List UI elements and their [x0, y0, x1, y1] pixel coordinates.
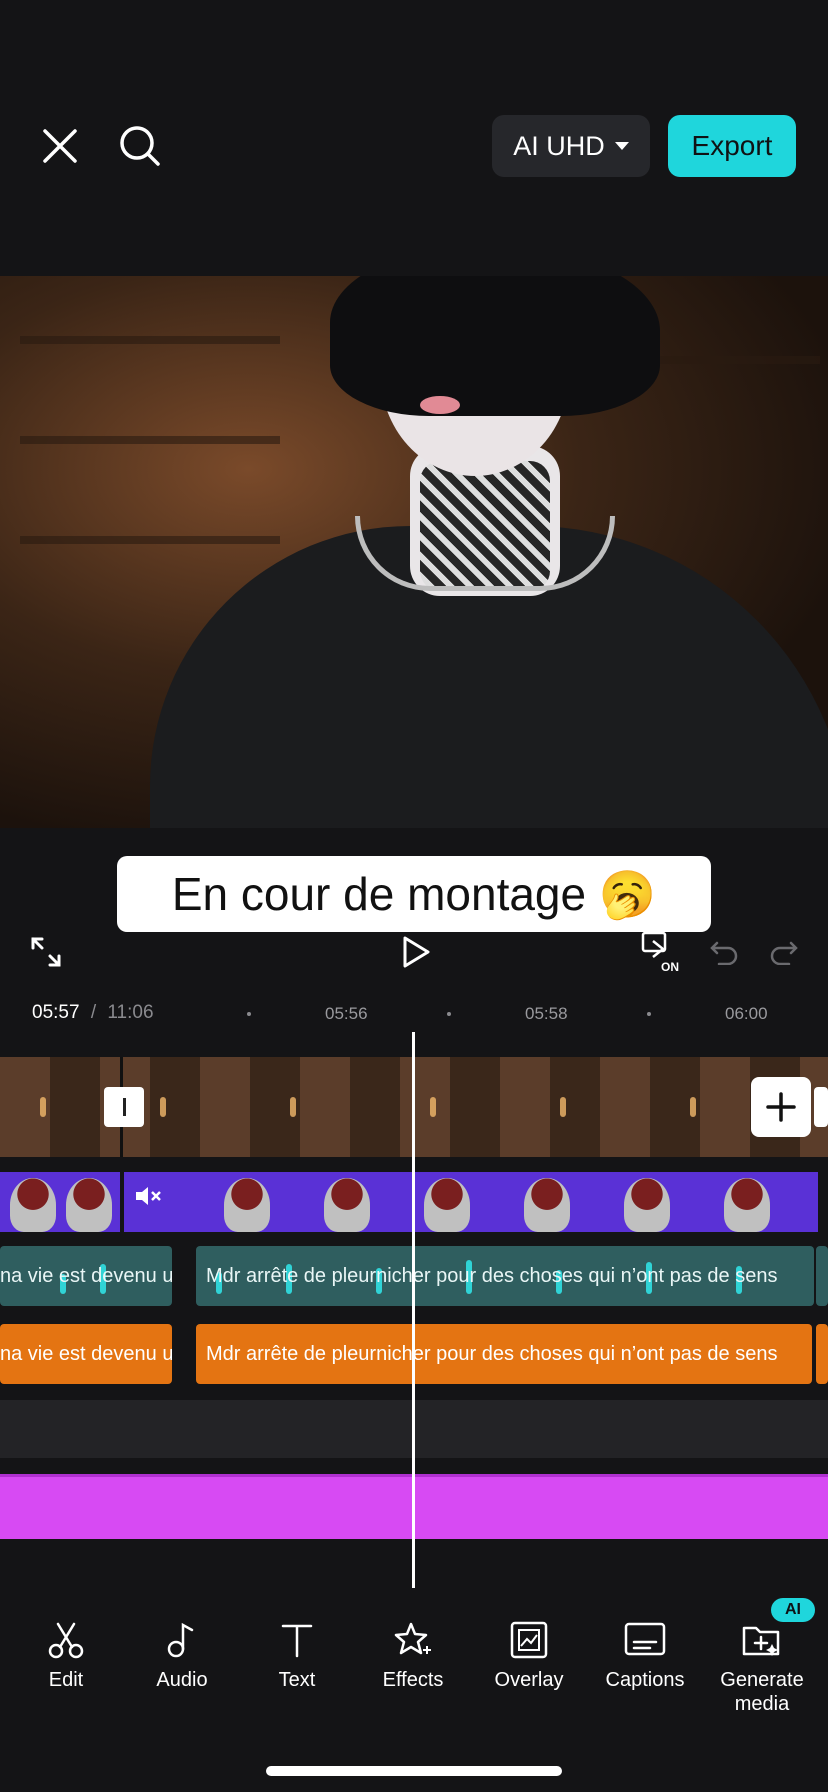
thumbnail-lamp [690, 1097, 696, 1117]
thumbnail-lamp [40, 1097, 46, 1117]
quality-selector[interactable]: AI UHD [492, 115, 650, 177]
background-shelf [20, 536, 280, 544]
tool-label: Edit [48, 1669, 84, 1691]
overlay-thumbnail [424, 1178, 470, 1232]
auto-captions-toggle[interactable]: ON [640, 930, 688, 974]
audio-clip-label: na vie est devenu u [0, 1264, 172, 1287]
character-lips [420, 396, 460, 414]
thumbnail-lamp [160, 1097, 166, 1117]
sparkle-star-icon [394, 1622, 431, 1655]
tool-label: Audio [156, 1669, 208, 1691]
background-shelf [20, 336, 280, 344]
tool-text[interactable]: Text [242, 1620, 352, 1692]
current-time: 05:57 [32, 1002, 80, 1023]
scissors-icon [48, 1622, 84, 1659]
overlay-thumbnail [66, 1178, 112, 1232]
ruler-label: 06:00 [725, 1004, 768, 1023]
tool-label: Captions [605, 1669, 685, 1691]
audio-track-clip[interactable]: Mdr arrête de pleurnicher pour des chose… [196, 1246, 814, 1306]
time-readout: 05:57 / 11:06 [32, 1002, 154, 1024]
background-shelf [20, 436, 280, 444]
tool-effects[interactable]: Effects [358, 1620, 468, 1692]
ruler-label: 05:58 [525, 1004, 568, 1023]
ruler-tick [247, 1012, 251, 1016]
add-clip-button[interactable] [751, 1077, 811, 1137]
quality-label: AI UHD [513, 130, 605, 161]
clip-trim-handle[interactable] [104, 1087, 144, 1127]
audio-track-clip[interactable] [816, 1246, 828, 1306]
overlay-thumbnail [324, 1178, 370, 1232]
generate-media-icon [742, 1626, 780, 1656]
tool-generate-media[interactable]: Generate media [707, 1620, 817, 1716]
plus-icon [766, 1092, 796, 1122]
tool-overlay[interactable]: Overlay [474, 1620, 584, 1692]
ruler-tick [447, 1012, 451, 1016]
chevron-down-icon [614, 142, 629, 150]
search-button[interactable] [114, 120, 166, 172]
fullscreen-button[interactable] [28, 934, 64, 970]
redo-button[interactable] [766, 934, 802, 970]
ruler-tick [647, 1012, 651, 1016]
tool-label: Overlay [494, 1669, 564, 1691]
overlay-thumbnail [10, 1178, 56, 1232]
captions-on-icon: ON [641, 931, 679, 973]
tool-captions[interactable]: Captions [590, 1620, 700, 1692]
text-track-clip[interactable]: Mdr arrête de pleurnicher pour des chose… [196, 1324, 812, 1384]
tool-audio[interactable]: Audio [127, 1620, 237, 1692]
svg-text:ON: ON [661, 960, 679, 973]
undo-button[interactable] [706, 934, 742, 970]
character-necklace [355, 516, 615, 591]
export-button[interactable]: Export [668, 115, 796, 177]
play-icon [403, 936, 430, 968]
thumbnail-lamp [430, 1097, 436, 1117]
playhead[interactable] [412, 1032, 415, 1588]
text-track-clip[interactable] [816, 1324, 828, 1384]
tool-label: Text [278, 1669, 316, 1691]
close-button[interactable] [36, 122, 84, 170]
overlay-track-clip[interactable] [0, 1172, 120, 1232]
tool-edit[interactable]: Edit [11, 1620, 121, 1692]
thumbnail-lamp [560, 1097, 566, 1117]
overlay-icon [510, 1621, 548, 1659]
text-clip-label: Mdr arrête de pleurnicher pour des chose… [206, 1342, 778, 1365]
character-hair [330, 276, 660, 416]
text-track-clip[interactable]: na vie est devenu u [0, 1324, 172, 1384]
search-icon [120, 126, 160, 166]
ruler-label: 05:56 [325, 1004, 368, 1023]
tool-label: Effects [382, 1669, 444, 1691]
audio-track-clip[interactable]: na vie est devenu u [0, 1246, 172, 1306]
text-clip-label: na vie est devenu u [0, 1342, 172, 1365]
close-icon [43, 129, 77, 163]
overlay-thumbnail [724, 1178, 770, 1232]
trim-grip-icon [122, 1098, 126, 1116]
overlay-thumbnail [224, 1178, 270, 1232]
undo-icon [710, 941, 738, 965]
music-note-icon [167, 1622, 194, 1658]
play-button[interactable] [396, 932, 436, 972]
redo-icon [770, 941, 798, 965]
audio-clip-label: Mdr arrête de pleurnicher pour des chose… [206, 1264, 778, 1287]
clip-trim-handle-right[interactable] [814, 1087, 828, 1127]
thumbnail-lamp [290, 1097, 296, 1117]
background-shelf [640, 356, 820, 364]
tool-label: Generate media [720, 1669, 804, 1715]
fullscreen-icon [31, 937, 61, 967]
total-time: 11:06 [107, 1002, 154, 1023]
video-preview[interactable] [0, 276, 828, 828]
home-indicator[interactable] [266, 1766, 562, 1776]
ai-badge: AI [771, 1598, 815, 1622]
overlay-thumbnail [524, 1178, 570, 1232]
caption-sticker[interactable]: En cour de montage 🥱 [117, 856, 711, 932]
mute-icon [134, 1184, 162, 1213]
time-separator: / [90, 1002, 97, 1023]
overlay-thumbnail [624, 1178, 670, 1232]
captions-icon [624, 1622, 666, 1656]
overlay-track-clip[interactable] [124, 1172, 818, 1232]
text-icon [281, 1624, 313, 1658]
